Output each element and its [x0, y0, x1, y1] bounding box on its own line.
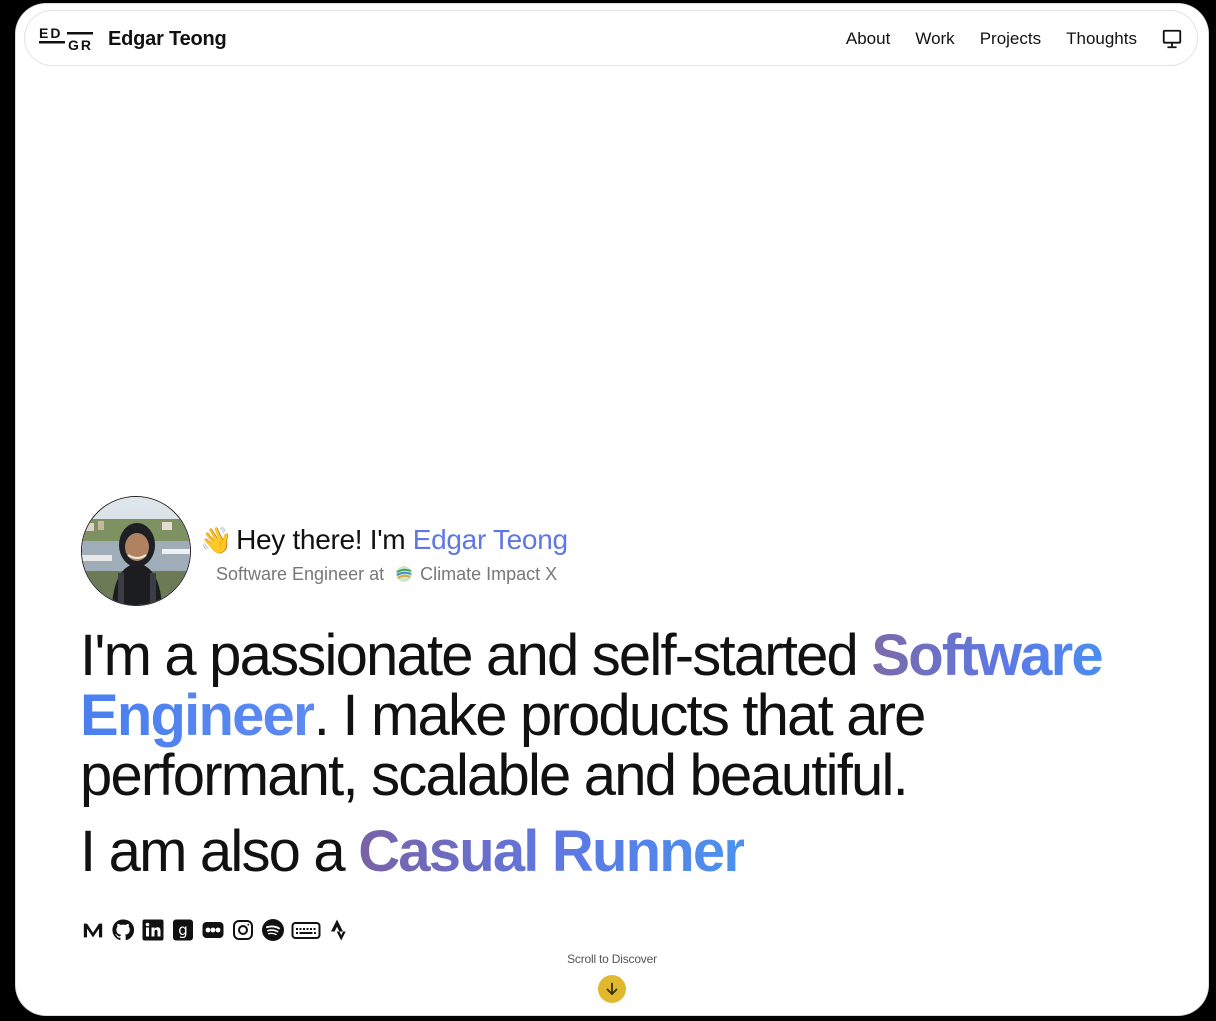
runner-line: I am also a Casual Runner — [80, 819, 746, 884]
linkedin-icon[interactable] — [141, 918, 165, 942]
letterboxd-icon[interactable] — [201, 918, 225, 942]
instagram-icon[interactable] — [231, 918, 255, 942]
nav-work[interactable]: Work — [915, 29, 954, 49]
browser-page: ED GR Edgar Teong About Work Projects Th… — [16, 4, 1208, 1015]
headline-highlight-software: Software — [871, 623, 1103, 688]
climate-impact-x-logo-icon — [396, 566, 413, 582]
headline-highlight-engineer: Engineer — [80, 683, 316, 748]
arrow-down-icon — [606, 982, 618, 995]
greeting: 👋 Hey there! I'm Edgar Teong — [200, 524, 568, 556]
goodreads-icon[interactable]: g — [171, 918, 195, 942]
svg-text:ED: ED — [39, 26, 62, 41]
strava-icon[interactable] — [327, 918, 351, 942]
avatar-photo — [82, 497, 190, 605]
monkeytype-icon[interactable] — [291, 918, 321, 942]
svg-text:GR: GR — [68, 37, 93, 52]
edgr-logo[interactable]: ED GR — [39, 26, 97, 52]
spotify-icon[interactable] — [261, 918, 285, 942]
nav-about[interactable]: About — [846, 29, 890, 49]
main-nav: About Work Projects Thoughts — [846, 29, 1137, 49]
role-prefix: Software Engineer at — [216, 564, 385, 584]
avatar — [81, 496, 191, 606]
greeting-text: Hey there! I'm — [236, 524, 413, 555]
navbar: ED GR Edgar Teong About Work Projects Th… — [24, 10, 1198, 66]
scroll-down-button[interactable] — [598, 975, 626, 1003]
wave-emoji: 👋 — [200, 525, 233, 555]
nav-thoughts[interactable]: Thoughts — [1066, 29, 1137, 49]
runner-prefix: I am also a — [80, 819, 359, 884]
job-subtitle: Software Engineer at Climate Impact X — [216, 564, 557, 585]
medium-icon[interactable] — [81, 918, 105, 942]
scroll-hint: Scroll to Discover — [567, 952, 657, 966]
greeting-name: Edgar Teong — [412, 524, 568, 555]
svg-text:g: g — [178, 921, 188, 939]
headline: I'm a passionate and self-started Softwa… — [80, 626, 1170, 806]
brand-name[interactable]: Edgar Teong — [108, 28, 227, 51]
company-link[interactable]: Climate Impact X — [420, 564, 557, 584]
monitor-icon[interactable] — [1161, 28, 1183, 50]
github-icon[interactable] — [111, 918, 135, 942]
headline-part1: I'm a passionate and self-started — [80, 623, 872, 688]
nav-projects[interactable]: Projects — [980, 29, 1041, 49]
social-links: g — [81, 918, 351, 942]
runner-highlight: Casual Runner — [358, 819, 746, 884]
